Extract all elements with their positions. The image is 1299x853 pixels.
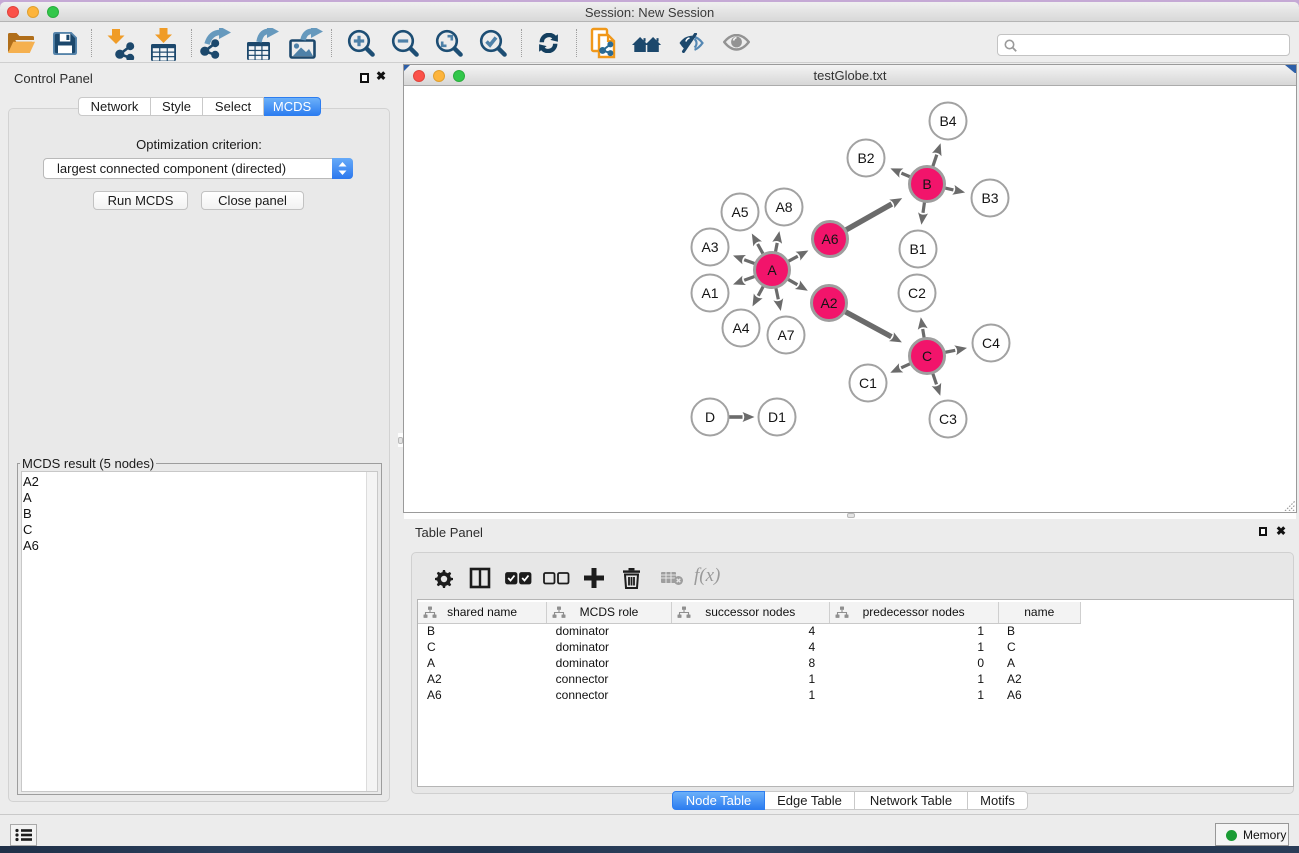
svg-text:A7: A7 <box>777 327 794 343</box>
svg-text:A: A <box>767 262 777 278</box>
svg-text:A2: A2 <box>820 295 837 311</box>
svg-text:C2: C2 <box>908 285 926 301</box>
svg-text:C4: C4 <box>982 335 1000 351</box>
svg-text:B4: B4 <box>939 113 956 129</box>
svg-text:A5: A5 <box>731 204 748 220</box>
svg-text:A6: A6 <box>821 231 838 247</box>
svg-text:D1: D1 <box>768 409 786 425</box>
svg-text:C1: C1 <box>859 375 877 391</box>
svg-text:A3: A3 <box>701 239 718 255</box>
svg-text:B1: B1 <box>909 241 926 257</box>
svg-text:B: B <box>922 176 931 192</box>
svg-text:A4: A4 <box>732 320 749 336</box>
svg-text:A1: A1 <box>701 285 718 301</box>
svg-text:A8: A8 <box>775 199 792 215</box>
svg-text:B3: B3 <box>981 190 998 206</box>
svg-text:B2: B2 <box>857 150 874 166</box>
svg-text:C3: C3 <box>939 411 957 427</box>
svg-text:D: D <box>705 409 715 425</box>
svg-text:C: C <box>922 348 932 364</box>
